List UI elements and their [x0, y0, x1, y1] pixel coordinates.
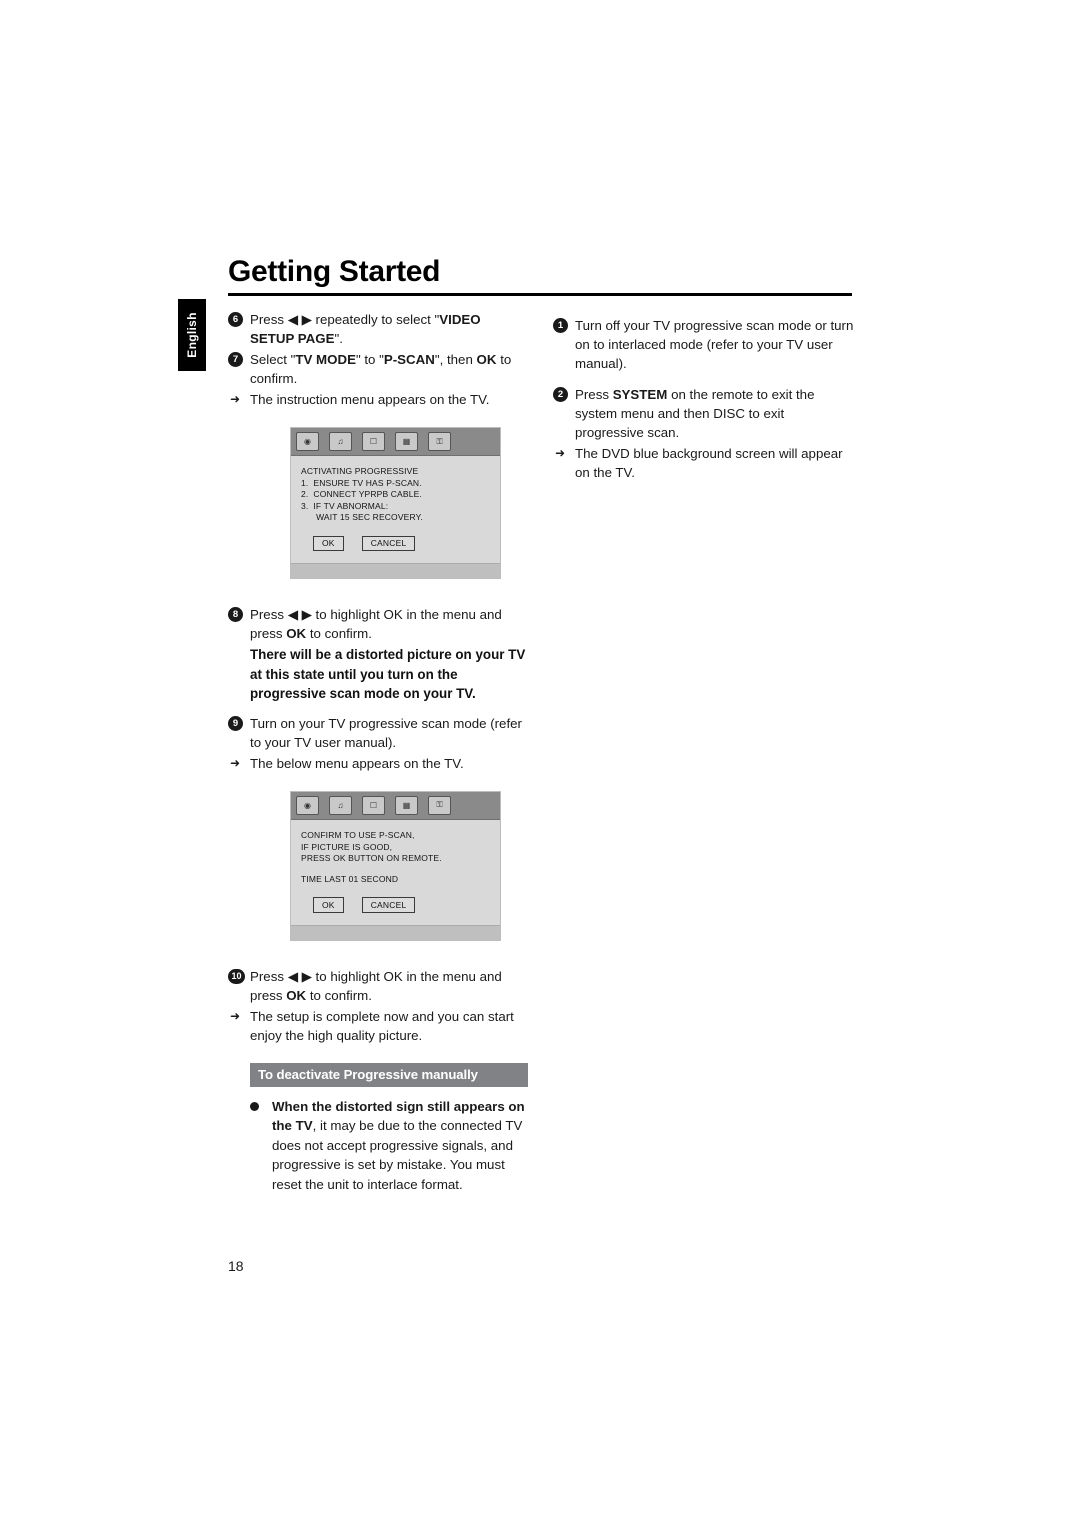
right-column: 1 Turn off your TV progressive scan mode … — [553, 316, 855, 484]
tv-line: CONFIRM TO USE P-SCAN, — [301, 829, 415, 840]
language-tab: English — [178, 299, 206, 371]
note-step-7: ➜ The instruction menu appears on the TV. — [228, 390, 528, 409]
page-number: 18 — [228, 1258, 244, 1274]
step-10-text-1: Press — [250, 968, 288, 984]
lock-icon: ⚿ — [428, 795, 451, 815]
note-step-9: ➜ The below menu appears on the TV. — [228, 754, 528, 773]
arrow-glyphs: ◀ ▶ — [287, 968, 312, 984]
preference-icon: ▦ — [395, 432, 418, 451]
deactivate-bullet: When the distorted sign still appears on… — [228, 1097, 528, 1195]
tv-line: 1. ENSURE TV HAS P-SCAN. — [301, 477, 422, 488]
step-7-bold-2: P-SCAN — [383, 352, 435, 367]
step-9-number: 9 — [228, 715, 243, 731]
arrow-icon: ➜ — [230, 755, 241, 770]
step-8-bold-1: OK — [286, 626, 307, 642]
step-7-text-2: " to " — [355, 352, 384, 367]
step-10-text-3: to confirm. — [306, 987, 372, 1003]
title-divider — [228, 293, 852, 296]
tv-ok-button[interactable]: OK — [313, 897, 344, 913]
disc-icon: ◉ — [296, 795, 319, 815]
right-step-1-text: Turn off your TV progressive scan mode o… — [575, 318, 854, 371]
note-step-10: ➜ The setup is complete now and you can s… — [228, 1007, 528, 1045]
tv-button-row-2: OK CANCEL — [301, 897, 490, 913]
step-6-text-1: Press — [250, 312, 288, 327]
tv-line: 3. IF TV ABNORMAL: — [301, 500, 389, 511]
step-8-text-3: to confirm. — [306, 626, 372, 642]
tv-timer-line: TIME LAST 01 SECOND — [301, 873, 399, 884]
video-icon: ☐ — [362, 432, 385, 451]
arrow-glyphs: ◀ ▶ — [287, 312, 312, 327]
language-tab-label: English — [185, 312, 199, 358]
tv-screen-footer — [291, 924, 500, 940]
note-right-step-2: ➜ The DVD blue background screen will app… — [553, 444, 855, 482]
step-7-text-1: Select " — [250, 352, 296, 367]
tv-screen-body-1: ACTIVATING PROGRESSIVE 1. ENSURE TV HAS … — [291, 456, 500, 563]
tv-line: PRESS OK BUTTON ON REMOTE. — [301, 853, 442, 864]
note-right-step-2-text: The DVD blue background screen will appe… — [575, 446, 843, 480]
step-9: 9 Turn on your TV progressive scan mode (… — [228, 714, 528, 752]
right-step-2-number: 2 — [553, 387, 568, 402]
right-step-1-number: 1 — [553, 318, 568, 333]
note-step-10-text: The setup is complete now and you can st… — [250, 1008, 514, 1043]
tv-line: WAIT 15 SEC RECOVERY. — [301, 512, 423, 523]
step-6: 6 Press ◀ ▶ repeatedly to select "VIDEO S… — [228, 310, 528, 348]
tv-line: IF PICTURE IS GOOD, — [301, 841, 393, 852]
tv-screen-mock-1: ◉ ♫ ☐ ▦ ⚿ ACTIVATING PROGRESSIVE 1. ENSU… — [290, 427, 507, 584]
arrow-icon: ➜ — [555, 446, 566, 460]
step-9-text-1: Turn on your TV progressive scan mode (r… — [250, 715, 522, 750]
tv-line: 2. CONNECT YPRPB CABLE. — [301, 489, 422, 500]
step-6-number: 6 — [228, 312, 243, 327]
tv-icon-bar: ◉ ♫ ☐ ▦ ⚿ — [291, 428, 500, 456]
arrow-icon: ➜ — [230, 392, 241, 406]
tv-screen-footer — [291, 563, 500, 579]
step-7-text-3: ", then — [434, 352, 477, 367]
step-10: 10 Press ◀ ▶ to highlight OK in the menu … — [228, 967, 528, 1005]
bullet-icon — [250, 1101, 259, 1111]
step-10-number: 10 — [228, 968, 245, 984]
step-7-bold-1: TV MODE — [295, 352, 356, 367]
note-step-7-text: The instruction menu appears on the TV. — [250, 392, 490, 407]
tv-cancel-button[interactable]: CANCEL — [361, 897, 416, 913]
tv-ok-button[interactable]: OK — [313, 535, 344, 552]
step-7: 7 Select "TV MODE" to "P-SCAN", then OK t… — [228, 350, 528, 388]
step-10-bold-1: OK — [286, 987, 307, 1003]
right-step-2: 2 Press SYSTEM on the remote to exit the … — [553, 385, 855, 442]
arrow-glyphs: ◀ ▶ — [287, 607, 312, 623]
right-step-1: 1 Turn off your TV progressive scan mode … — [553, 316, 855, 373]
step-8: 8 Press ◀ ▶ to highlight OK in the menu a… — [228, 605, 528, 643]
tv-line: ACTIVATING PROGRESSIVE — [301, 466, 419, 476]
tv-screen-body-2: CONFIRM TO USE P-SCAN, IF PICTURE IS GOO… — [291, 820, 500, 925]
step-7-number: 7 — [228, 352, 243, 367]
page-title: Getting Started — [228, 255, 441, 288]
tv-cancel-button[interactable]: CANCEL — [361, 535, 416, 552]
section-subheading: To deactivate Progressive manually — [250, 1062, 528, 1087]
disc-icon: ◉ — [296, 432, 319, 451]
note-step-9-text: The below menu appears on the TV. — [250, 755, 464, 771]
left-column: 6 Press ◀ ▶ repeatedly to select "VIDEO S… — [228, 310, 528, 1194]
step-6-text-3: ". — [334, 331, 343, 346]
tv-screen-mock-2: ◉ ♫ ☐ ▦ ⚿ CONFIRM TO USE P-SCAN, IF PICT… — [290, 790, 507, 945]
step-8-warning: There will be a distorted picture on you… — [250, 647, 526, 702]
right-step-2-bold-1: SYSTEM — [612, 387, 668, 402]
tv-icon-bar: ◉ ♫ ☐ ▦ ⚿ — [291, 791, 500, 820]
step-8-text-1: Press — [250, 607, 288, 623]
step-6-text-2: repeatedly to select " — [311, 312, 440, 327]
sound-icon: ♫ — [329, 795, 352, 815]
right-step-2-text-1: Press — [575, 387, 613, 402]
step-8-number: 8 — [228, 607, 243, 623]
tv-button-row-1: OK CANCEL — [301, 535, 490, 552]
video-icon: ☐ — [362, 795, 385, 815]
step-7-bold-3: OK — [476, 352, 497, 367]
lock-icon: ⚿ — [428, 432, 451, 451]
sound-icon: ♫ — [329, 432, 352, 451]
arrow-icon: ➜ — [230, 1008, 241, 1023]
preference-icon: ▦ — [395, 795, 418, 815]
